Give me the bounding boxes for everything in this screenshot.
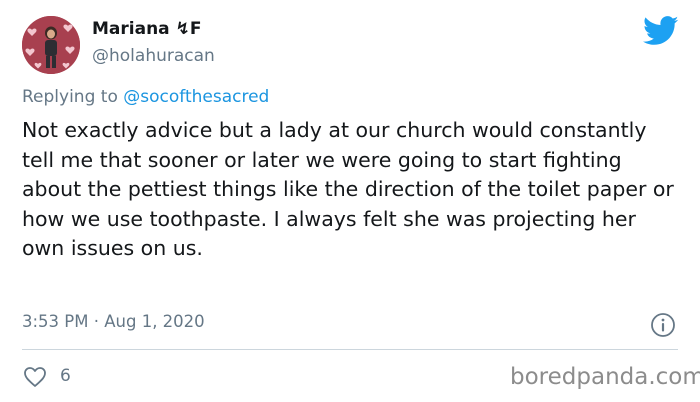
name-emoji-badge: ↯ — [175, 19, 190, 39]
user-handle[interactable]: @holahuracan — [92, 46, 215, 66]
like-count: 6 — [60, 366, 71, 386]
reply-prefix: Replying to — [22, 87, 124, 107]
name-suffix: F — [189, 19, 202, 39]
tweet-timestamp[interactable]: 3:53 PM · Aug 1, 2020 — [22, 312, 205, 331]
avatar-image — [22, 16, 80, 74]
watermark: boredpanda.com — [510, 364, 700, 390]
user-display-name[interactable]: Mariana ↯F — [92, 19, 201, 39]
tweet-time: 3:53 PM — [22, 312, 89, 331]
tweet-text: Not exactly advice but a lady at our chu… — [22, 118, 674, 260]
user-name-text: Mariana — [92, 19, 170, 39]
timestamp-separator: · — [93, 312, 99, 331]
replying-to: Replying to @socofthesacred — [22, 87, 269, 107]
tweet-date: Aug 1, 2020 — [104, 312, 205, 331]
divider — [22, 349, 678, 350]
heart-icon[interactable] — [22, 364, 48, 390]
avatar[interactable] — [22, 16, 80, 74]
info-icon[interactable] — [650, 312, 676, 338]
twitter-bird-icon[interactable] — [643, 16, 679, 46]
reply-mention-link[interactable]: @socofthesacred — [123, 87, 269, 107]
